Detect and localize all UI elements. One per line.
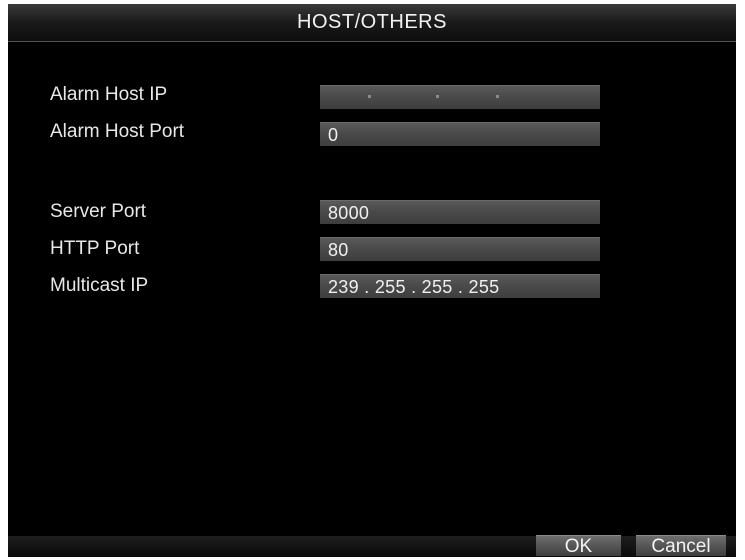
dialog-title: HOST/OTHERS xyxy=(297,11,447,33)
alarm-host-port-field[interactable]: 0 xyxy=(320,122,600,146)
ip-separator-dot xyxy=(368,95,371,98)
title-bar: HOST/OTHERS xyxy=(8,4,736,42)
alarm-host-port-value: 0 xyxy=(328,125,339,145)
bottom-bar xyxy=(8,536,736,557)
ip-separators xyxy=(320,86,600,109)
multicast-ip-field[interactable]: 239 . 255 . 255 . 255 xyxy=(320,274,600,298)
server-port-value: 8000 xyxy=(328,203,370,223)
host-others-dialog: HOST/OTHERS Alarm Host IP Alarm Host Por… xyxy=(8,4,736,557)
alarm-host-port-label: Alarm Host Port xyxy=(50,121,185,142)
http-port-value: 80 xyxy=(328,240,349,260)
ok-button[interactable]: OK xyxy=(536,535,621,557)
alarm-host-ip-label: Alarm Host IP xyxy=(50,84,168,105)
ip-separator-dot xyxy=(496,95,499,98)
ip-separator-dot xyxy=(436,95,439,98)
alarm-host-ip-field[interactable] xyxy=(320,85,600,109)
multicast-ip-label: Multicast IP xyxy=(50,275,149,296)
multicast-ip-value: 239 . 255 . 255 . 255 xyxy=(328,277,500,297)
cancel-button[interactable]: Cancel xyxy=(636,535,726,557)
screen-frame: HOST/OTHERS Alarm Host IP Alarm Host Por… xyxy=(0,0,745,560)
http-port-field[interactable]: 80 xyxy=(320,237,600,261)
server-port-field[interactable]: 8000 xyxy=(320,200,600,224)
http-port-label: HTTP Port xyxy=(50,238,140,259)
server-port-label: Server Port xyxy=(50,201,147,222)
